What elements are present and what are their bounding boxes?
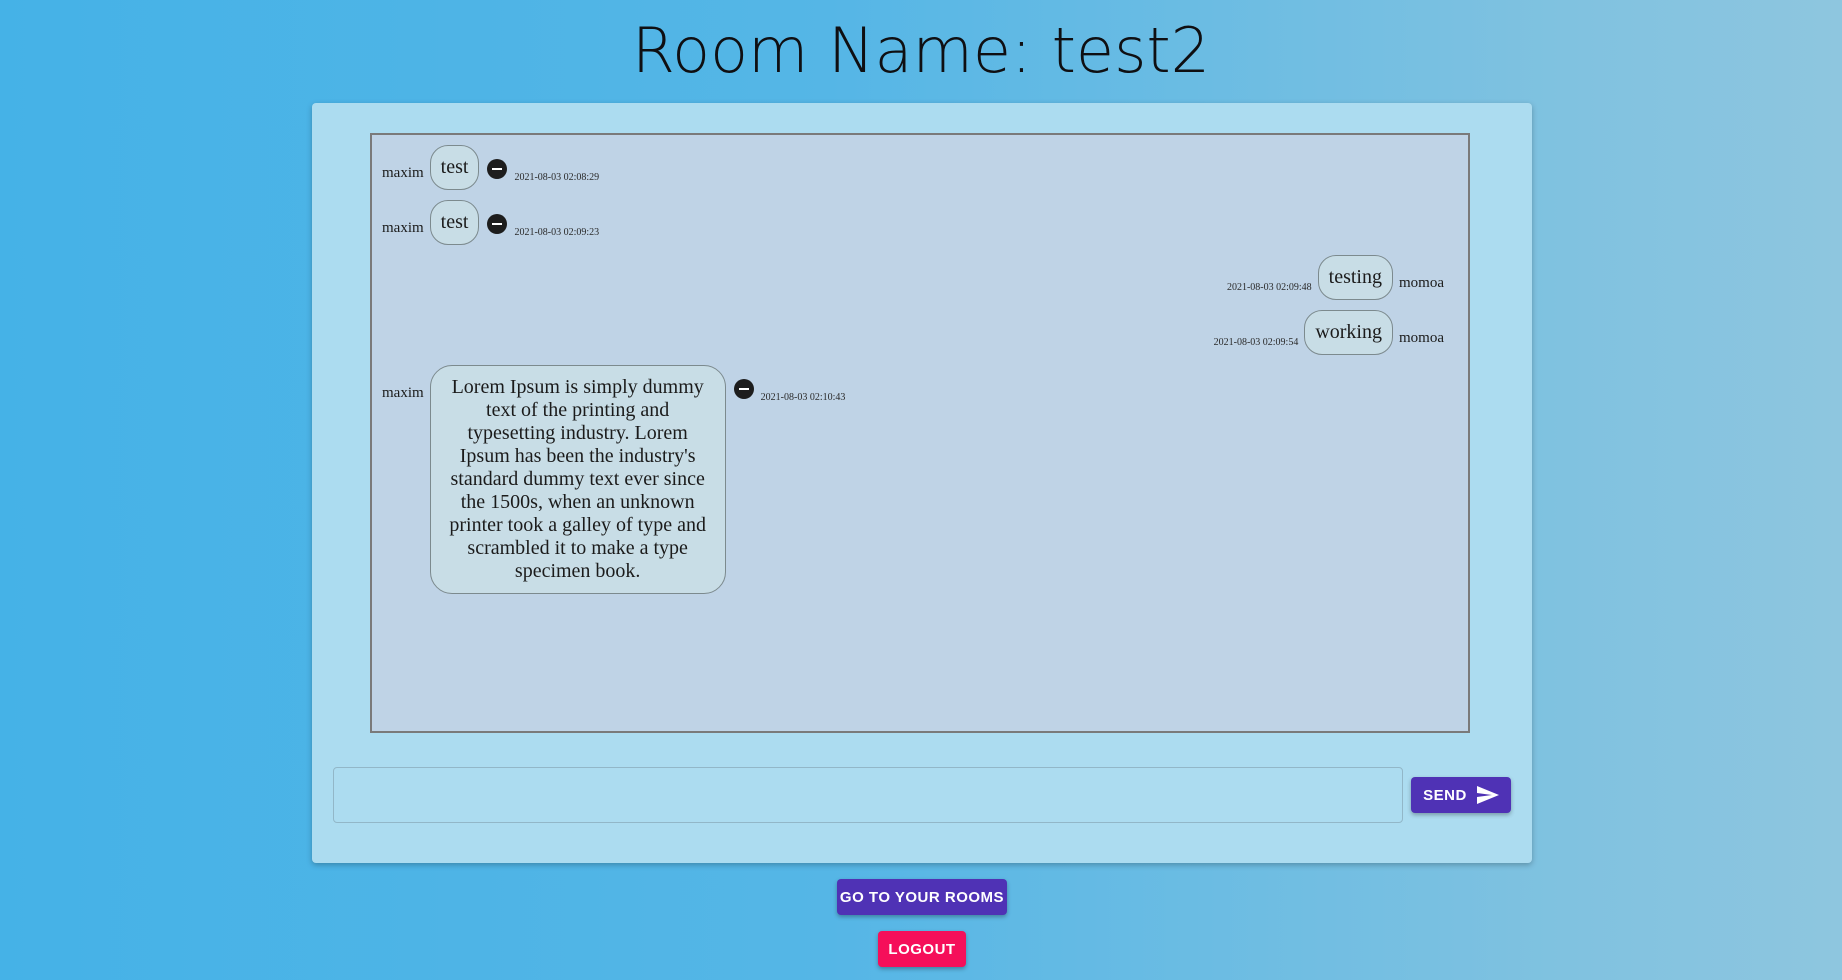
logout-button[interactable]: LOGOUT — [878, 931, 966, 967]
message-sender: maxim — [382, 385, 424, 401]
message-timestamp: 2021-08-03 02:10:43 — [760, 392, 846, 403]
message-sender: momoa — [1399, 330, 1444, 346]
message-bubble: test — [429, 200, 480, 245]
message-timestamp: 2021-08-03 02:09:54 — [1213, 337, 1299, 348]
page-title: Room Name: test2 — [631, 14, 1211, 87]
delete-message-icon[interactable] — [487, 214, 508, 234]
send-icon — [1476, 786, 1499, 804]
message-item: 2021-08-03 02:09:48 testing momoa — [1227, 255, 1444, 300]
message-bubble: testing — [1317, 255, 1393, 300]
message-timestamp: 2021-08-03 02:08:29 — [514, 172, 600, 183]
message-item: maxim test 2021-08-03 02:09:23 — [382, 200, 599, 245]
message-list[interactable]: maxim test 2021-08-03 02:08:29 maxim tes… — [370, 133, 1470, 733]
message-item: maxim Lorem Ipsum is simply dummy text o… — [382, 365, 845, 594]
delete-message-icon[interactable] — [733, 379, 754, 399]
send-button-label: SEND — [1423, 786, 1467, 804]
message-bubble: test — [429, 145, 480, 190]
message-bubble: working — [1304, 310, 1393, 355]
message-item: 2021-08-03 02:09:54 working momoa — [1214, 310, 1444, 355]
message-sender: maxim — [382, 220, 424, 236]
go-to-rooms-button[interactable]: GO TO YOUR ROOMS — [837, 879, 1007, 915]
message-sender: maxim — [382, 165, 424, 181]
message-timestamp: 2021-08-03 02:09:23 — [514, 227, 600, 238]
chat-card: maxim test 2021-08-03 02:08:29 maxim tes… — [312, 103, 1532, 863]
message-sender: momoa — [1399, 275, 1444, 291]
message-input[interactable] — [333, 767, 1403, 823]
delete-message-icon[interactable] — [487, 159, 508, 179]
message-timestamp: 2021-08-03 02:09:48 — [1226, 282, 1312, 293]
message-bubble: Lorem Ipsum is simply dummy text of the … — [429, 365, 726, 594]
message-item: maxim test 2021-08-03 02:08:29 — [382, 145, 599, 190]
send-button[interactable]: SEND — [1411, 777, 1511, 813]
